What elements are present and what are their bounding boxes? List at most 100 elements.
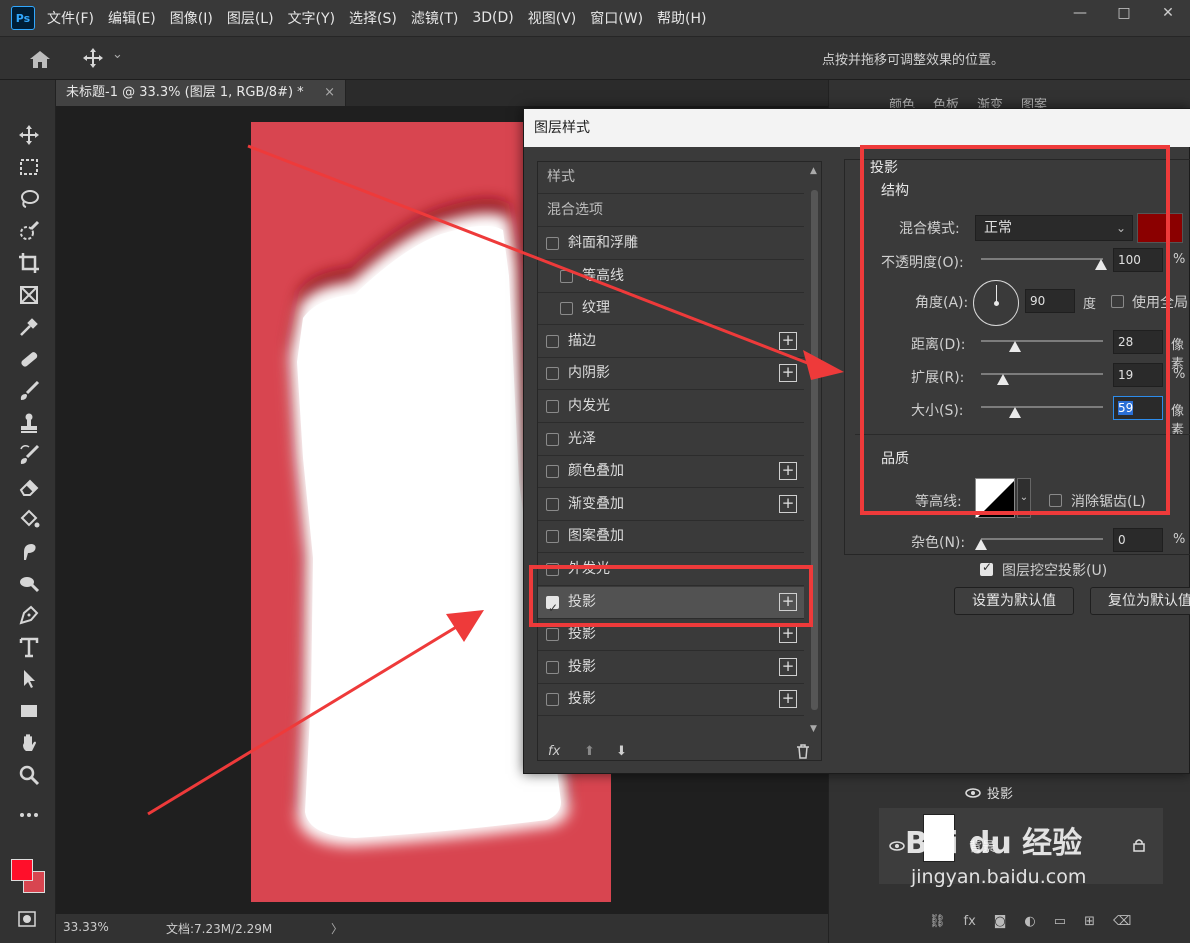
menu-3d[interactable]: 3D(D) bbox=[472, 10, 513, 26]
home-icon[interactable] bbox=[28, 49, 52, 69]
menu-filter[interactable]: 滤镜(T) bbox=[411, 8, 458, 28]
style-item[interactable]: 投影 + bbox=[538, 619, 804, 652]
layer-effect-row[interactable]: 投影 bbox=[879, 780, 1163, 806]
paint-bucket-tool[interactable] bbox=[16, 506, 42, 532]
style-item[interactable]: 光泽 bbox=[538, 424, 804, 456]
brush-tool[interactable] bbox=[16, 378, 42, 404]
style-item[interactable]: 投影 + bbox=[538, 652, 804, 684]
move-tool[interactable] bbox=[16, 122, 42, 148]
eye-icon[interactable] bbox=[889, 841, 905, 851]
trash-icon[interactable]: ⌫ bbox=[1113, 914, 1131, 929]
add-effect-icon[interactable]: + bbox=[779, 690, 797, 709]
angle-dial[interactable] bbox=[973, 280, 1019, 326]
noise-slider[interactable] bbox=[981, 538, 1103, 540]
spread-slider-thumb[interactable] bbox=[997, 374, 1009, 385]
crop-tool[interactable] bbox=[16, 250, 42, 276]
menu-type[interactable]: 文字(Y) bbox=[288, 8, 335, 28]
close-window-button[interactable]: ✕ bbox=[1146, 0, 1190, 26]
noise-input[interactable]: 0 bbox=[1113, 528, 1163, 552]
style-item[interactable]: 内阴影 + bbox=[538, 358, 804, 391]
adjustment-icon[interactable]: ◐ bbox=[1024, 914, 1035, 929]
opacity-slider-thumb[interactable] bbox=[1095, 259, 1107, 270]
mask-icon[interactable]: ◙ bbox=[994, 914, 1007, 929]
eye-icon[interactable] bbox=[965, 788, 981, 798]
lasso-tool[interactable] bbox=[16, 186, 42, 212]
make-default-button[interactable]: 设置为默认值 bbox=[954, 587, 1074, 615]
new-layer-icon[interactable]: ⊞ bbox=[1084, 914, 1095, 929]
size-input[interactable]: 59 bbox=[1113, 396, 1163, 420]
quick-select-tool[interactable] bbox=[16, 218, 42, 244]
clone-stamp-tool[interactable] bbox=[16, 410, 42, 436]
angle-input[interactable]: 90 bbox=[1025, 289, 1075, 313]
dialog-title[interactable]: 图层样式 bbox=[524, 109, 1190, 147]
scroll-down-icon[interactable]: ▼ bbox=[810, 724, 817, 734]
style-item-checkbox[interactable] bbox=[546, 497, 559, 511]
shadow-color-swatch[interactable] bbox=[1137, 213, 1183, 243]
style-item-checkbox[interactable] bbox=[546, 465, 559, 479]
style-item-checkbox[interactable] bbox=[546, 628, 559, 642]
layer-row-background[interactable]: 背景 bbox=[879, 808, 1163, 884]
fx-icon[interactable]: fx bbox=[964, 914, 976, 929]
path-selection-tool[interactable] bbox=[16, 666, 42, 692]
style-item-checkbox[interactable] bbox=[546, 237, 559, 250]
eraser-tool[interactable] bbox=[16, 474, 42, 500]
menu-edit[interactable]: 编辑(E) bbox=[108, 8, 156, 28]
frame-tool[interactable] bbox=[16, 282, 42, 308]
style-item-checkbox[interactable] bbox=[546, 334, 559, 348]
reset-to-default-button[interactable]: 复位为默认值 bbox=[1090, 587, 1190, 615]
layer-knocks-out-checkbox[interactable] bbox=[980, 560, 993, 576]
styles-header[interactable]: 样式 bbox=[538, 162, 804, 194]
style-item-checkbox[interactable] bbox=[546, 367, 559, 381]
scrollbar-thumb[interactable] bbox=[811, 190, 818, 710]
size-slider-thumb[interactable] bbox=[1009, 407, 1021, 418]
contour-dropdown[interactable]: ⌄ bbox=[1017, 478, 1031, 518]
style-item-checkbox[interactable] bbox=[546, 693, 559, 707]
style-item-checkbox[interactable] bbox=[546, 400, 559, 413]
rectangle-tool[interactable] bbox=[16, 698, 42, 724]
move-tool-icon[interactable] bbox=[82, 47, 104, 69]
style-item[interactable]: 斜面和浮雕 bbox=[538, 228, 804, 260]
eyedropper-tool[interactable] bbox=[16, 314, 42, 340]
link-icon[interactable]: ⛓ bbox=[929, 914, 946, 929]
zoom-level[interactable]: 33.33% bbox=[63, 920, 109, 934]
menu-file[interactable]: 文件(F) bbox=[47, 8, 94, 28]
menu-help[interactable]: 帮助(H) bbox=[657, 8, 706, 28]
blending-options-item[interactable]: 混合选项 bbox=[538, 195, 804, 227]
distance-slider[interactable] bbox=[981, 340, 1103, 342]
healing-brush-tool[interactable] bbox=[16, 346, 42, 372]
style-item-checkbox[interactable] bbox=[560, 302, 573, 316]
fx-icon[interactable]: fx bbox=[548, 744, 560, 759]
blend-mode-select[interactable]: 正常 ⌄ bbox=[975, 215, 1133, 241]
zoom-tool[interactable] bbox=[16, 762, 42, 788]
move-up-icon[interactable]: ⬆ bbox=[584, 744, 595, 759]
contour-preview[interactable] bbox=[975, 478, 1015, 518]
quick-mask-mode[interactable] bbox=[8, 906, 46, 932]
add-effect-icon[interactable]: + bbox=[779, 657, 797, 676]
distance-input[interactable]: 28 bbox=[1113, 330, 1163, 354]
style-item-checkbox[interactable] bbox=[560, 269, 573, 283]
dodge-tool[interactable] bbox=[16, 570, 42, 596]
menu-layer[interactable]: 图层(L) bbox=[227, 8, 274, 28]
noise-slider-thumb[interactable] bbox=[975, 539, 987, 550]
add-effect-icon[interactable]: + bbox=[779, 364, 797, 383]
minimize-button[interactable]: — bbox=[1058, 0, 1102, 26]
style-item[interactable]: 颜色叠加 + bbox=[538, 456, 804, 489]
delete-effect-icon[interactable] bbox=[796, 744, 810, 759]
style-item-checkbox[interactable] bbox=[546, 530, 559, 544]
smudge-tool[interactable] bbox=[16, 538, 42, 564]
style-list-scrollbar[interactable]: ▲ ▼ bbox=[808, 162, 821, 740]
maximize-button[interactable]: □ bbox=[1102, 0, 1146, 26]
move-down-icon[interactable]: ⬇ bbox=[616, 744, 627, 759]
add-effect-icon[interactable]: + bbox=[779, 625, 797, 644]
style-item[interactable]: 投影 + bbox=[538, 684, 804, 717]
folder-icon[interactable]: ▭ bbox=[1054, 914, 1066, 929]
menu-window[interactable]: 窗口(W) bbox=[590, 8, 643, 28]
anti-alias-checkbox[interactable] bbox=[1049, 494, 1062, 507]
use-global-light-checkbox[interactable] bbox=[1111, 295, 1124, 308]
status-menu-arrow[interactable]: 〉 bbox=[331, 920, 343, 937]
pen-tool[interactable] bbox=[16, 602, 42, 628]
edit-toolbar[interactable] bbox=[16, 802, 42, 828]
add-effect-icon[interactable]: + bbox=[779, 331, 797, 350]
style-item[interactable]: 内发光 bbox=[538, 391, 804, 423]
style-item[interactable]: 纹理 bbox=[538, 293, 804, 326]
